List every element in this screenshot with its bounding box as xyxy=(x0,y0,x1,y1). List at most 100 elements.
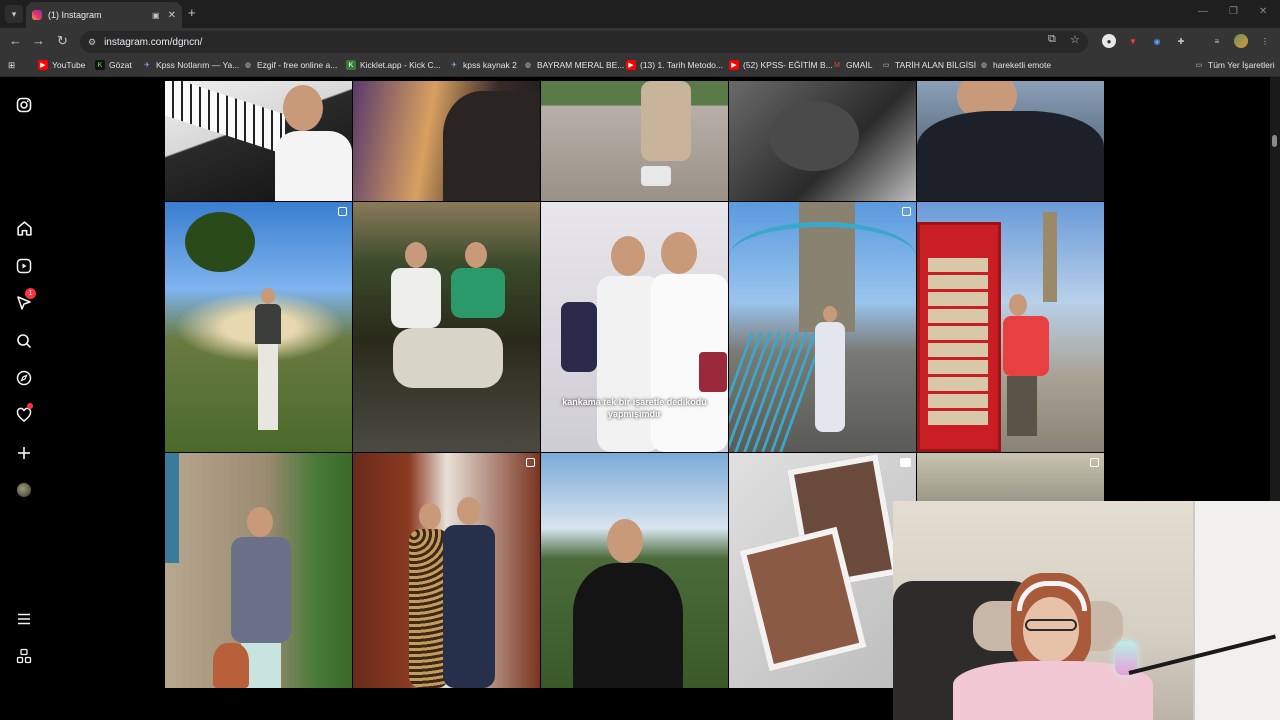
post-thumbnail[interactable] xyxy=(917,202,1104,452)
bookmark-label: Ezgif - free online a... xyxy=(257,60,338,70)
post-thumbnail[interactable] xyxy=(541,453,728,688)
forward-icon[interactable]: → xyxy=(32,34,45,48)
glasses xyxy=(1025,619,1077,631)
new-tab-icon[interactable]: + xyxy=(188,5,196,21)
minimize-icon[interactable]: — xyxy=(1198,6,1208,17)
person-face xyxy=(283,85,323,131)
bookmark-item[interactable]: ◍ BAYRAM MERAL BE... xyxy=(523,60,624,70)
bookmark-item[interactable]: ▶ YouTube xyxy=(38,60,85,70)
post-thumbnail[interactable] xyxy=(729,81,916,201)
post-thumbnail[interactable] xyxy=(165,453,352,688)
bookmark-item[interactable]: ✈ Kpss Notlarım — Ya... xyxy=(142,60,239,70)
person-legs xyxy=(393,328,503,388)
direct-messages-icon[interactable]: 1 xyxy=(14,288,36,313)
bookmark-label: (13) 1. Tarih Metodo... xyxy=(640,60,723,70)
tab-search-icon[interactable]: ▾ xyxy=(5,5,23,23)
post-thumbnail[interactable] xyxy=(729,453,916,688)
more-menu-icon[interactable] xyxy=(14,609,34,629)
search-icon[interactable] xyxy=(14,331,34,351)
address-bar[interactable]: ⚙ instagram.com/dgncn/ ⧉ ☆ xyxy=(80,31,1088,53)
bookmark-label: kpss kaynak 2 xyxy=(463,60,517,70)
bookmark-item[interactable]: M GMAİL xyxy=(832,60,872,70)
webcam-overlay xyxy=(893,501,1280,720)
person-face xyxy=(465,242,487,268)
apps-grid-icon[interactable]: ⊞ xyxy=(8,60,15,71)
extension-icon[interactable]: ● xyxy=(1102,34,1116,48)
window-shutter xyxy=(165,453,179,563)
notifications-heart-icon[interactable] xyxy=(14,403,34,425)
extension-audio-icon[interactable]: ◉ xyxy=(1150,34,1164,48)
speaker-device xyxy=(699,352,727,392)
also-from-meta-icon[interactable] xyxy=(14,646,34,666)
browser-tab[interactable]: (1) Instagram ▣ ✕ xyxy=(26,2,182,28)
kicklet-icon: K xyxy=(346,60,356,70)
bookmark-item[interactable]: ▶ (52) KPSS- EĞİTİM B... xyxy=(729,60,833,70)
all-bookmarks-folder[interactable]: ▭ Tüm Yer İşaretleri xyxy=(1194,60,1275,70)
extensions-puzzle-icon[interactable]: ✚ xyxy=(1174,34,1188,48)
post-thumbnail[interactable] xyxy=(917,81,1104,201)
reload-icon[interactable]: ↻ xyxy=(57,34,68,48)
carousel-indicator-icon xyxy=(338,207,347,216)
scrollbar-thumb[interactable] xyxy=(1272,135,1277,147)
profile-avatar-icon[interactable] xyxy=(1234,34,1248,48)
bookmark-item[interactable]: ◍ hareketli emote xyxy=(979,60,1051,70)
person-face xyxy=(1009,294,1027,316)
big-ben-tower xyxy=(1043,212,1057,302)
create-plus-icon[interactable] xyxy=(14,443,34,463)
post-thumbnail[interactable]: kankama tek bir işaretle dedikodu yapmış… xyxy=(541,202,728,452)
person-face xyxy=(823,306,837,322)
explore-compass-icon[interactable] xyxy=(14,368,34,388)
site-info-icon[interactable]: ⚙ xyxy=(88,37,96,48)
door xyxy=(1193,501,1280,720)
page-scrollbar[interactable] xyxy=(1270,77,1280,501)
instagram-logo-icon[interactable] xyxy=(14,95,34,115)
bookmark-item[interactable]: ▶ (13) 1. Tarih Metodo... xyxy=(626,60,723,70)
bookmarks-bar: ⊞ ▶ YouTube K Gözat ✈ Kpss Notlarım — Ya...… xyxy=(0,56,1280,77)
bookmark-label: Kpss Notlarım — Ya... xyxy=(156,60,240,70)
window-close-icon[interactable]: ✕ xyxy=(1259,6,1267,17)
audio-playing-icon[interactable]: ▣ xyxy=(152,11,160,20)
piano-keys xyxy=(165,81,285,155)
bookmark-item[interactable]: K Gözat xyxy=(95,60,132,70)
url-text: instagram.com/dgncn/ xyxy=(104,36,203,48)
person-pants xyxy=(258,344,278,430)
notification-dot xyxy=(27,403,33,409)
post-thumbnail[interactable] xyxy=(353,81,540,201)
close-tab-icon[interactable]: ✕ xyxy=(168,10,176,21)
carousel-indicator-icon xyxy=(902,207,911,216)
instagram-favicon-icon xyxy=(32,10,42,20)
bookmark-item[interactable]: ✈ kpss kaynak 2 xyxy=(449,60,517,70)
person-shirt xyxy=(275,131,352,201)
post-thumbnail[interactable] xyxy=(353,453,540,688)
bookmark-item[interactable]: ◍ Ezgif - free online a... xyxy=(243,60,337,70)
reels-icon[interactable] xyxy=(14,256,34,276)
person-face xyxy=(661,232,697,274)
restore-icon[interactable]: ❐ xyxy=(1229,6,1238,17)
bookmark-star-icon[interactable]: ☆ xyxy=(1070,33,1080,46)
menu-kebab-icon[interactable]: ⋮ xyxy=(1258,34,1272,48)
bookmark-item[interactable]: K Kicklet.app - Kick C... xyxy=(346,60,441,70)
profile-avatar[interactable] xyxy=(14,480,34,500)
post-thumbnail[interactable] xyxy=(165,202,352,452)
install-app-icon[interactable]: ⧉ xyxy=(1048,33,1056,46)
media-control-icon[interactable]: ≡ xyxy=(1210,34,1224,48)
reel-caption: kankama tek bir işaretle dedikodu yapmış… xyxy=(562,397,707,419)
back-icon[interactable]: ← xyxy=(9,34,22,48)
post-thumbnail[interactable] xyxy=(165,81,352,201)
globe-icon: ◍ xyxy=(524,62,532,69)
bookmark-item[interactable]: ▭ TARİH ALAN BİLGİSİ xyxy=(881,60,976,70)
post-thumbnail[interactable] xyxy=(541,81,728,201)
post-thumbnail[interactable] xyxy=(353,202,540,452)
palm-tree xyxy=(185,212,255,272)
home-icon[interactable] xyxy=(14,218,34,238)
bookmark-label: BAYRAM MERAL BE... xyxy=(537,60,625,70)
post-thumbnail[interactable] xyxy=(729,202,916,452)
youtube-icon: ▶ xyxy=(626,60,636,70)
globe-icon: ◍ xyxy=(244,62,252,69)
bookmark-label: YouTube xyxy=(52,60,86,70)
extension-red-icon[interactable]: ▼ xyxy=(1126,34,1140,48)
person-face xyxy=(247,507,273,537)
booth-windows xyxy=(928,255,988,425)
post-thumbnail[interactable] xyxy=(917,453,1104,501)
notion-icon: ✈ xyxy=(451,62,457,69)
